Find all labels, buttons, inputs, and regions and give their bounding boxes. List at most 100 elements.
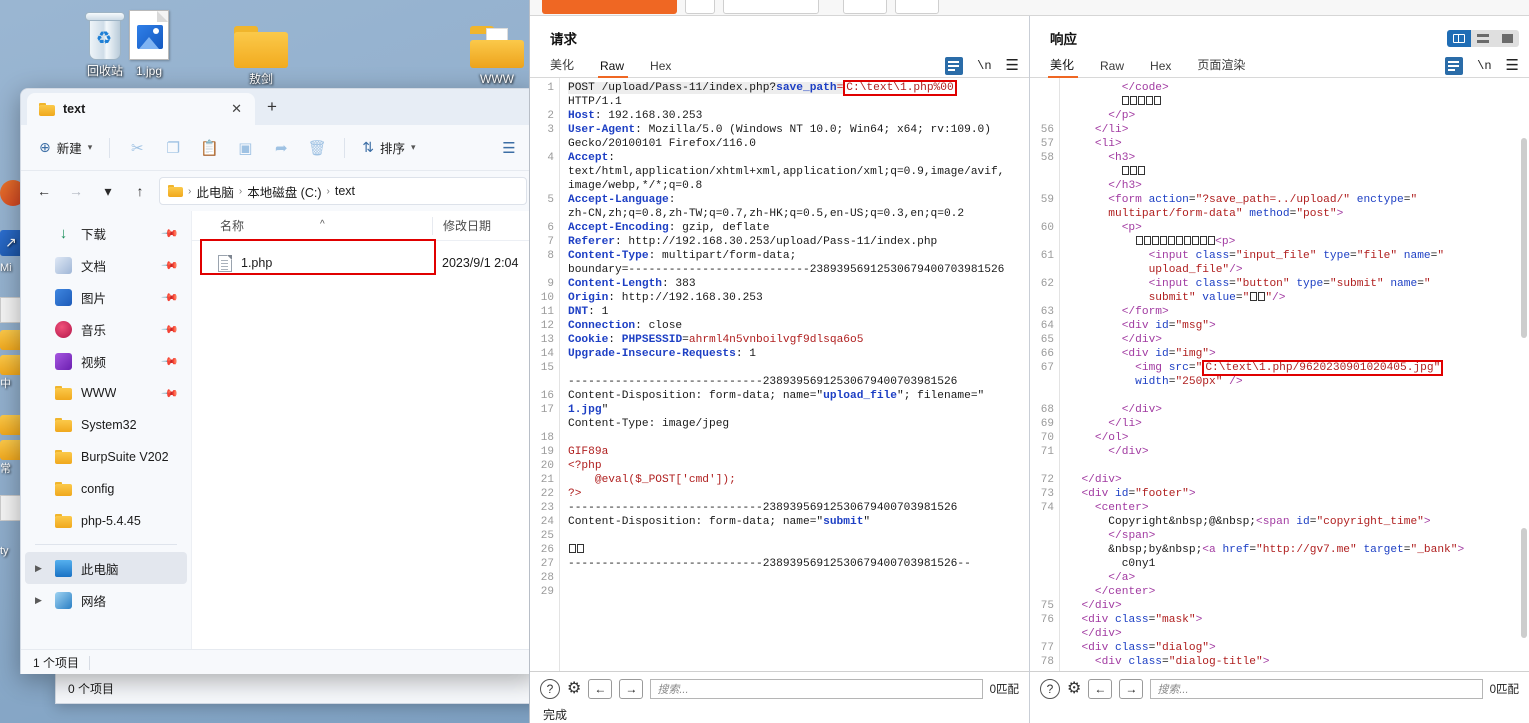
copy-icon[interactable]: ❐ xyxy=(155,133,191,163)
settings-button[interactable] xyxy=(895,0,939,14)
tab-raw[interactable]: Raw xyxy=(1100,59,1138,77)
request-editor[interactable]: 1 23 4 5 678 9 10 11 12 13 14 15 16 17 18 19 20 21… xyxy=(530,78,1029,671)
folder-icon xyxy=(55,385,72,402)
tab-hex[interactable]: Hex xyxy=(1150,59,1185,77)
request-pane: 请求 美化 Raw Hex \n ☰ 1 23 4 5 678 9 10 11 12 1… xyxy=(530,16,1030,723)
response-body-text[interactable]: </code> </p> </li> <li> <h3> </h3> <form… xyxy=(1060,78,1529,671)
request-body-text[interactable]: POST /upload/Pass-11/index.php?save_path… xyxy=(560,78,1029,671)
chevron-right-icon[interactable]: ▶ xyxy=(35,595,42,606)
breadcrumb-separator: › xyxy=(238,185,243,197)
response-scrollbar-top[interactable] xyxy=(1521,138,1527,338)
sort-button[interactable]: ⇅ 排序 ▾ xyxy=(354,133,423,163)
sidebar-item-config[interactable]: config xyxy=(25,473,187,505)
desktop-icon-1jpg[interactable]: 1.jpg xyxy=(104,6,194,78)
tab-hex[interactable]: Hex xyxy=(650,59,685,77)
explorer-body: ↓ 下载 📌 文档 📌 图片 📌 音乐 📌 视频 📌 WWW 📌 System3… xyxy=(21,211,537,649)
breadcrumb-item-0[interactable]: 此电脑 xyxy=(196,182,234,201)
tab-render[interactable]: 页面渲染 xyxy=(1197,56,1259,77)
sidebar-item-this-pc[interactable]: ▶ 此电脑 xyxy=(25,552,187,584)
pin-icon: 📌 xyxy=(160,288,179,307)
search-prev-button[interactable]: ← xyxy=(588,678,613,699)
response-editor[interactable]: 56 57 58 59 60 61 62 63 64 65 66 67 68 69 70 71 7… xyxy=(1030,78,1529,671)
burp-top-toolbar xyxy=(530,0,1529,16)
help-icon[interactable]: ? xyxy=(540,678,560,699)
desktop-icon-folder-aojian[interactable]: 敖剑 xyxy=(216,14,306,86)
view-options-icon[interactable]: ☰ xyxy=(491,133,527,163)
background-window-status-bar: 0 个项目 xyxy=(55,674,555,704)
response-search-bar: ? ⚙ ← → 搜索... 0匹配 xyxy=(1030,671,1529,705)
column-header-date[interactable]: 修改日期 xyxy=(432,216,492,235)
folder-icon xyxy=(39,102,55,116)
wrap-lines-icon[interactable] xyxy=(1445,57,1464,75)
recent-locations-button[interactable]: ▾ xyxy=(95,178,121,204)
search-next-button[interactable]: → xyxy=(619,678,644,699)
sidebar-item-videos[interactable]: 视频 📌 xyxy=(25,345,187,377)
single-view-icon[interactable] xyxy=(1495,30,1519,47)
sidebar-item-network[interactable]: ▶ 网络 xyxy=(25,584,187,616)
videos-icon xyxy=(55,352,72,370)
search-placeholder: 搜索... xyxy=(657,683,689,696)
gear-icon[interactable]: ⚙ xyxy=(567,680,581,697)
forward-button[interactable]: → xyxy=(63,178,89,204)
sidebar-item-music[interactable]: 音乐 📌 xyxy=(25,313,187,345)
request-status-label: 完成 xyxy=(543,708,568,722)
menu-icon[interactable]: ☰ xyxy=(1006,58,1019,73)
search-prev-button[interactable]: ← xyxy=(1088,678,1113,699)
sidebar-item-burpsuite[interactable]: BurpSuite V202 xyxy=(25,441,187,473)
image-file-icon xyxy=(104,6,194,60)
sidebar-item-label: 此电脑 xyxy=(81,562,119,577)
delete-icon[interactable]: 🗑 xyxy=(299,133,335,163)
search-next-button[interactable]: → xyxy=(1119,678,1144,699)
column-header-date-label: 修改日期 xyxy=(443,218,492,233)
explorer-tab-text[interactable]: text ✕ xyxy=(27,93,255,125)
search-placeholder: 搜索... xyxy=(1157,683,1189,696)
gear-icon[interactable]: ⚙ xyxy=(1067,680,1081,697)
sidebar-item-www[interactable]: WWW 📌 xyxy=(25,377,187,409)
wrap-lines-icon[interactable] xyxy=(945,57,964,75)
split-view-icon[interactable] xyxy=(1447,30,1471,47)
tab-pretty[interactable]: 美化 xyxy=(1047,56,1088,78)
breadcrumb-separator: › xyxy=(326,185,330,197)
sidebar-item-label: 视频 xyxy=(81,355,107,370)
sidebar-item-system32[interactable]: System32 xyxy=(25,409,187,441)
breadcrumb-item-1[interactable]: 本地磁盘 (C:) xyxy=(247,182,321,201)
menu-icon[interactable]: ☰ xyxy=(1506,58,1519,73)
new-button-label: 新建 xyxy=(56,142,82,156)
new-tab-button[interactable]: + xyxy=(255,95,289,119)
newline-icon[interactable]: \n xyxy=(977,59,991,73)
tab-pretty[interactable]: 美化 xyxy=(550,56,588,77)
close-icon[interactable]: ✕ xyxy=(228,101,245,117)
search-input[interactable]: 搜索... xyxy=(1150,678,1483,699)
stacked-view-icon[interactable] xyxy=(1471,30,1495,47)
target-button[interactable] xyxy=(843,0,887,14)
sidebar-item-label: 下载 xyxy=(81,227,107,242)
sidebar-item-php[interactable]: php-5.4.45 xyxy=(25,505,187,537)
explorer-tab-strip: text ✕ + xyxy=(21,89,537,125)
back-button[interactable]: ← xyxy=(31,178,57,204)
desktop-icon-label: 1.jpg xyxy=(135,64,163,78)
sidebar-item-documents[interactable]: 文档 📌 xyxy=(25,249,187,281)
cut-icon[interactable]: ✂ xyxy=(119,133,155,163)
response-line-numbers: 56 57 58 59 60 61 62 63 64 65 66 67 68 69 70 71 7… xyxy=(1030,78,1060,671)
explorer-sidebar: ↓ 下载 📌 文档 📌 图片 📌 音乐 📌 视频 📌 WWW 📌 System3… xyxy=(21,211,191,649)
cancel-button[interactable] xyxy=(685,0,715,14)
sidebar-item-downloads[interactable]: ↓ 下载 📌 xyxy=(25,217,187,249)
sidebar-item-pictures[interactable]: 图片 📌 xyxy=(25,281,187,313)
help-icon[interactable]: ? xyxy=(1040,678,1060,699)
tab-raw[interactable]: Raw xyxy=(598,59,638,78)
newline-icon[interactable]: \n xyxy=(1477,59,1491,73)
column-header-name[interactable]: 名称 ^ xyxy=(192,217,432,234)
send-button[interactable] xyxy=(542,0,677,14)
breadcrumb[interactable]: › 此电脑 › 本地磁盘 (C:) › text xyxy=(159,177,527,205)
breadcrumb-item-2[interactable]: text xyxy=(335,184,355,198)
response-scrollbar-bottom[interactable] xyxy=(1521,528,1527,638)
history-back-button[interactable] xyxy=(723,0,819,14)
share-icon[interactable]: ➦ xyxy=(263,133,299,163)
new-button[interactable]: ⊕ 新建 ▾ xyxy=(31,133,100,163)
sidebar-item-label: php-5.4.45 xyxy=(81,514,141,528)
up-button[interactable]: ↑ xyxy=(127,178,153,204)
chevron-right-icon[interactable]: ▶ xyxy=(35,563,42,574)
paste-icon[interactable]: 📋 xyxy=(191,133,227,163)
search-input[interactable]: 搜索... xyxy=(650,678,983,699)
rename-icon[interactable]: ▣ xyxy=(227,133,263,163)
